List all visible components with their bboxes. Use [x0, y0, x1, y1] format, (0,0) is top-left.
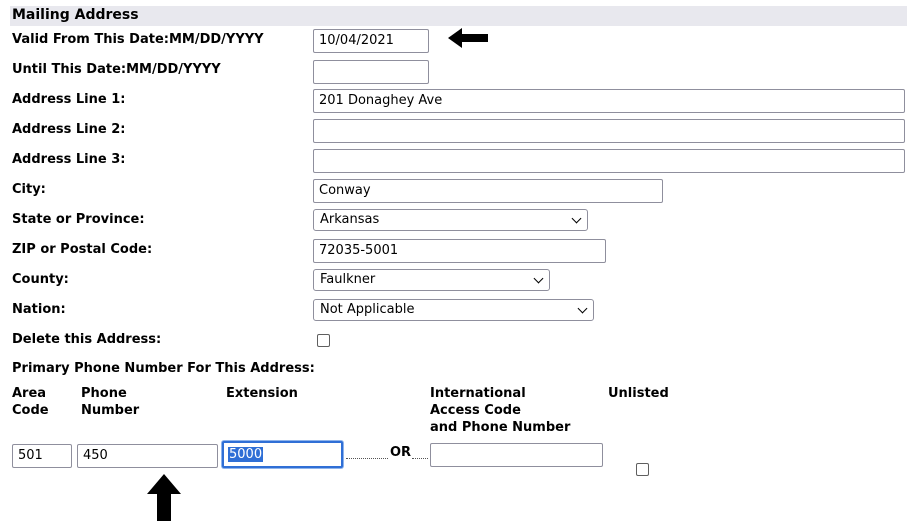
col-unlisted: Unlisted: [608, 386, 669, 401]
delete-label: Delete this Address:: [12, 332, 162, 347]
city-input[interactable]: Conway: [313, 179, 663, 203]
state-label: State or Province:: [12, 212, 145, 227]
extension-value: 5000: [228, 447, 264, 462]
zip-input[interactable]: 72035-5001: [313, 239, 606, 263]
until-input[interactable]: [313, 60, 429, 84]
intl-phone-input[interactable]: [430, 443, 603, 467]
col-area-line2: Code: [12, 403, 49, 418]
col-phone-line1: Phone: [81, 386, 127, 401]
section-header: Mailing Address: [10, 6, 907, 26]
chevron-down-icon: [571, 213, 582, 224]
city-label: City:: [12, 182, 46, 197]
nation-select[interactable]: Not Applicable: [313, 299, 594, 321]
col-intl-line2: Access Code: [430, 403, 521, 418]
state-select[interactable]: Arkansas: [313, 209, 588, 231]
col-intl-line1: International: [430, 386, 526, 401]
state-select-value: Arkansas: [320, 212, 380, 227]
extension-input[interactable]: 5000: [222, 441, 343, 468]
valid-from-label: Valid From This Date:MM/DD/YYYY: [12, 32, 264, 47]
address3-label: Address Line 3:: [12, 152, 126, 167]
delete-checkbox[interactable]: [317, 334, 330, 347]
address3-input[interactable]: [313, 149, 905, 173]
until-label: Until This Date:MM/DD/YYYY: [12, 62, 221, 77]
phone-number-input[interactable]: 450: [77, 444, 218, 468]
county-select-value: Faulkner: [320, 272, 376, 287]
col-area-line1: Area: [12, 386, 47, 401]
address1-label: Address Line 1:: [12, 92, 126, 107]
or-divider: [346, 458, 388, 459]
arrow-left-icon: [448, 28, 488, 48]
or-label: OR: [390, 445, 412, 460]
county-label: County:: [12, 272, 69, 287]
nation-select-value: Not Applicable: [320, 302, 415, 317]
col-intl-line3: and Phone Number: [430, 420, 571, 435]
phone-heading: Primary Phone Number For This Address:: [12, 361, 315, 376]
col-phone-line2: Number: [81, 403, 140, 418]
col-extension: Extension: [226, 386, 298, 401]
county-select[interactable]: Faulkner: [313, 269, 550, 291]
chevron-down-icon: [577, 303, 588, 314]
area-code-input[interactable]: 501: [12, 444, 72, 468]
address2-label: Address Line 2:: [12, 122, 126, 137]
chevron-down-icon: [533, 273, 544, 284]
address2-input[interactable]: [313, 119, 905, 143]
valid-from-input[interactable]: 10/04/2021: [313, 29, 429, 53]
zip-label: ZIP or Postal Code:: [12, 242, 153, 257]
arrow-up-icon: [147, 474, 181, 521]
unlisted-checkbox[interactable]: [636, 463, 649, 476]
address1-input[interactable]: 201 Donaghey Ave: [313, 89, 905, 113]
nation-label: Nation:: [12, 302, 66, 317]
or-divider: [412, 458, 428, 459]
section-title: Mailing Address: [12, 7, 139, 23]
